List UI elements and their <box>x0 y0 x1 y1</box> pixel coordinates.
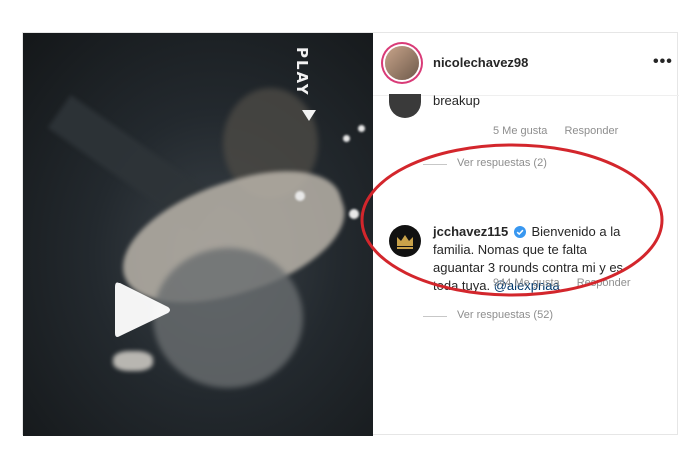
comment-username[interactable]: jcchavez115 <box>433 224 508 239</box>
reply-button[interactable]: Responder <box>564 125 618 137</box>
reply-button[interactable]: Responder <box>577 277 631 289</box>
verified-badge-icon <box>513 226 526 238</box>
comment-likes[interactable]: 5 Me gusta <box>493 125 547 137</box>
video-light-spot <box>295 191 305 201</box>
comment-avatar[interactable] <box>389 94 421 118</box>
comment-likes[interactable]: 944 Me gusta <box>493 277 560 289</box>
video-blur-shape <box>113 351 153 371</box>
comments-panel: nicolechavez98 ••• breakup 5 Me gusta Re… <box>373 33 679 436</box>
video-light-spot <box>343 135 350 142</box>
video-overlay-text: PLAY <box>293 47 311 97</box>
post-username[interactable]: nicolechavez98 <box>433 55 528 70</box>
view-replies-link[interactable]: Ver respuestas (2) <box>423 157 547 169</box>
post-header: nicolechavez98 ••• <box>373 33 679 96</box>
comment-meta: 5 Me gusta Responder <box>493 125 618 137</box>
comment-avatar[interactable] <box>389 225 421 257</box>
view-replies-link[interactable]: Ver respuestas (52) <box>423 309 553 321</box>
video-player[interactable]: PLAY <box>23 33 373 436</box>
instagram-post: PLAY nicolechavez98 ••• breakup 5 Me gus… <box>22 32 679 436</box>
play-icon[interactable] <box>113 279 173 341</box>
more-horizontal-icon[interactable]: ••• <box>653 53 673 71</box>
avatar[interactable] <box>385 46 419 80</box>
crown-icon <box>397 235 413 249</box>
video-light-spot <box>349 209 359 219</box>
video-blur-shape <box>153 248 303 388</box>
down-arrow-icon <box>302 110 316 121</box>
comment-text: breakup <box>433 93 480 108</box>
comment-meta: 944 Me gusta Responder <box>493 277 631 289</box>
video-light-spot <box>358 125 365 132</box>
